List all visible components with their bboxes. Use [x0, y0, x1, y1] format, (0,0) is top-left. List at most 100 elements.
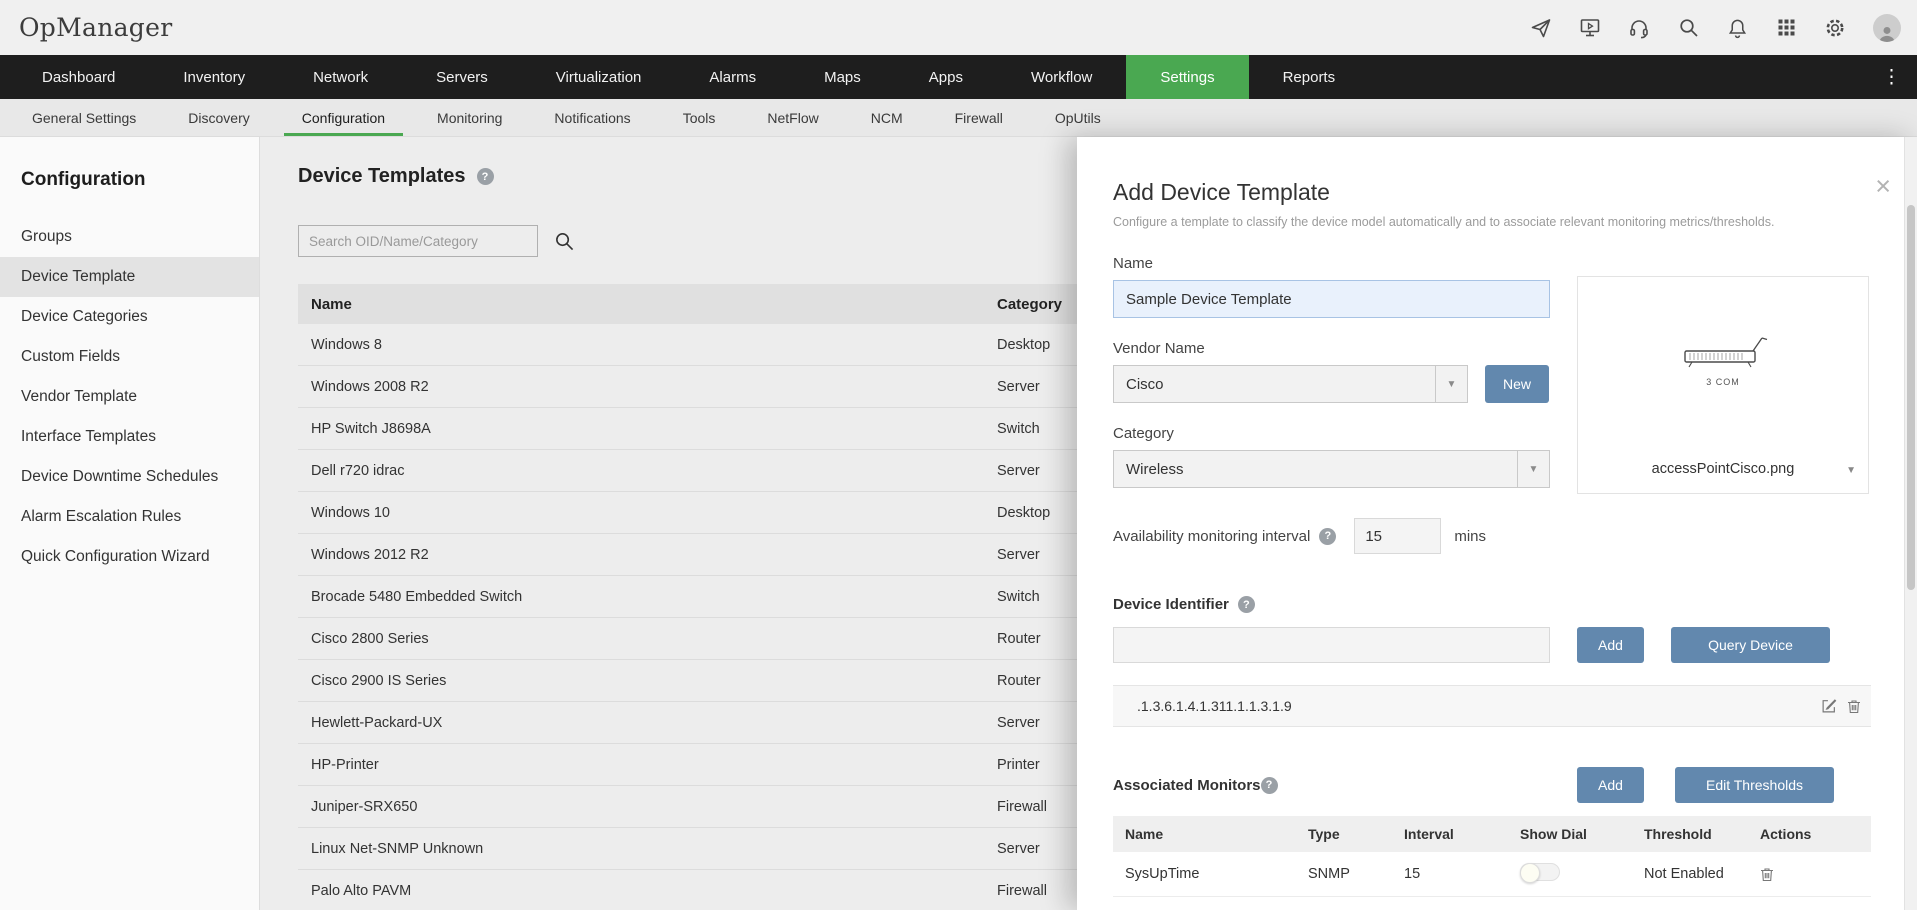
settings-subnav: General Settings Discovery Configuration… [0, 99, 1917, 137]
nav-maps[interactable]: Maps [790, 55, 895, 99]
panel-subtitle: Configure a template to classify the dev… [1113, 215, 1917, 229]
vendor-select[interactable]: Cisco ▼ [1113, 365, 1468, 403]
query-device-button[interactable]: Query Device [1671, 627, 1830, 663]
template-name-input[interactable] [1113, 280, 1550, 318]
interval-input[interactable] [1354, 518, 1441, 554]
device-image [1663, 327, 1783, 378]
live-demo-icon[interactable] [1579, 17, 1601, 39]
sidebar-item-device-categories[interactable]: Device Categories [0, 297, 259, 337]
subnav-configuration[interactable]: Configuration [276, 99, 411, 136]
device-name: Windows 8 [298, 337, 382, 353]
edit-identifier-icon[interactable] [1821, 698, 1837, 714]
nav-settings[interactable]: Settings [1126, 55, 1248, 99]
page-help-icon[interactable]: ? [477, 168, 494, 185]
sidebar-item-vendor-template[interactable]: Vendor Template [0, 377, 259, 417]
column-header-name: Name [298, 296, 352, 313]
device-name: Juniper-SRX650 [298, 799, 417, 815]
device-name: Windows 10 [298, 505, 390, 521]
nav-dashboard[interactable]: Dashboard [8, 55, 149, 99]
device-name: Hewlett-Packard-UX [298, 715, 442, 731]
monitor-threshold: Not Enabled [1644, 866, 1760, 882]
identifier-input[interactable] [1113, 627, 1550, 663]
sidebar-item-quick-configuration-wizard[interactable]: Quick Configuration Wizard [0, 537, 259, 577]
show-dial-toggle[interactable] [1520, 863, 1560, 881]
add-identifier-button[interactable]: Add [1577, 627, 1644, 663]
nav-reports[interactable]: Reports [1249, 55, 1370, 99]
vertical-scrollbar[interactable] [1904, 137, 1917, 910]
device-image-box: 3 COM accessPointCisco.png ▼ [1577, 276, 1869, 494]
subnav-notifications[interactable]: Notifications [528, 99, 656, 136]
device-name: Cisco 2800 Series [298, 631, 429, 647]
nav-network[interactable]: Network [279, 55, 402, 99]
monitors-table-header: Name Type Interval Show Dial Threshold A… [1113, 816, 1871, 852]
scrollbar-thumb[interactable] [1907, 205, 1915, 590]
opmanager-app: OpManager [0, 0, 1917, 910]
device-category: Router [997, 673, 1041, 689]
subnav-netflow[interactable]: NetFlow [741, 99, 844, 136]
device-name: HP-Printer [298, 757, 379, 773]
sidebar-item-device-downtime-schedules[interactable]: Device Downtime Schedules [0, 457, 259, 497]
monitors-help-icon[interactable]: ? [1261, 777, 1278, 794]
sidebar-list: Groups Device Template Device Categories… [0, 217, 259, 577]
device-category: Desktop [997, 337, 1050, 353]
monitor-name: SysUpTime [1125, 866, 1308, 882]
identifier-help-icon[interactable]: ? [1238, 596, 1255, 613]
device-name: Windows 2012 R2 [298, 547, 429, 563]
subnav-tools[interactable]: Tools [657, 99, 742, 136]
nav-apps[interactable]: Apps [895, 55, 997, 99]
main-nav: Dashboard Inventory Network Servers Virt… [0, 55, 1917, 99]
nav-servers[interactable]: Servers [402, 55, 522, 99]
monitor-col-interval: Interval [1404, 826, 1520, 842]
nav-virtualization[interactable]: Virtualization [522, 55, 676, 99]
panel-title: Add Device Template [1113, 179, 1917, 206]
user-avatar[interactable] [1873, 14, 1901, 42]
device-brand-label: 3 COM [1578, 377, 1868, 387]
sidebar-item-groups[interactable]: Groups [0, 217, 259, 257]
sidebar-title: Configuration [0, 137, 259, 191]
close-icon[interactable]: × [1875, 173, 1891, 200]
search-icon[interactable] [1677, 17, 1699, 39]
monitor-col-name: Name [1125, 826, 1308, 842]
sidebar-item-custom-fields[interactable]: Custom Fields [0, 337, 259, 377]
subnav-general-settings[interactable]: General Settings [6, 99, 162, 136]
support-headset-icon[interactable] [1628, 17, 1650, 39]
interval-help-icon[interactable]: ? [1319, 528, 1336, 545]
edit-thresholds-button[interactable]: Edit Thresholds [1675, 767, 1834, 803]
notifications-bell-icon[interactable] [1726, 17, 1748, 39]
sidebar-item-device-template[interactable]: Device Template [0, 257, 259, 297]
interval-label: Availability monitoring interval [1113, 528, 1310, 545]
nav-inventory[interactable]: Inventory [149, 55, 279, 99]
overflow-menu-icon[interactable]: ⋮ [1866, 55, 1917, 99]
delete-identifier-icon[interactable] [1847, 699, 1861, 714]
column-header-category: Category [997, 296, 1062, 313]
category-select[interactable]: Wireless ▼ [1113, 450, 1550, 488]
add-monitor-button[interactable]: Add [1577, 767, 1644, 803]
monitor-interval: 15 [1404, 866, 1520, 882]
subnav-monitoring[interactable]: Monitoring [411, 99, 528, 136]
monitor-col-threshold: Threshold [1644, 826, 1760, 842]
top-bar: OpManager [0, 0, 1917, 55]
delete-monitor-icon[interactable] [1760, 867, 1871, 882]
search-input[interactable] [298, 225, 538, 257]
subnav-oputils[interactable]: OpUtils [1029, 99, 1127, 136]
monitor-col-show-dial: Show Dial [1520, 826, 1644, 842]
image-dropdown-chevron-icon[interactable]: ▼ [1846, 465, 1856, 476]
sidebar-item-interface-templates[interactable]: Interface Templates [0, 417, 259, 457]
device-category: Router [997, 631, 1041, 647]
subnav-discovery[interactable]: Discovery [162, 99, 275, 136]
identifier-list-item: .1.3.6.1.4.1.311.1.1.3.1.9 [1113, 685, 1871, 727]
nav-workflow[interactable]: Workflow [997, 55, 1126, 99]
nav-alarms[interactable]: Alarms [675, 55, 790, 99]
new-vendor-button[interactable]: New [1485, 365, 1549, 403]
settings-gear-icon[interactable] [1824, 17, 1846, 39]
launch-icon[interactable] [1530, 17, 1552, 39]
apps-grid-icon[interactable] [1775, 17, 1797, 39]
sidebar-item-alarm-escalation-rules[interactable]: Alarm Escalation Rules [0, 497, 259, 537]
subnav-firewall[interactable]: Firewall [929, 99, 1029, 136]
subnav-ncm[interactable]: NCM [845, 99, 929, 136]
configuration-sidebar: Configuration Groups Device Template Dev… [0, 137, 260, 910]
device-category: Server [997, 841, 1040, 857]
table-search-icon[interactable] [553, 230, 575, 252]
device-name: Windows 2008 R2 [298, 379, 429, 395]
topbar-icon-group [1530, 14, 1917, 42]
